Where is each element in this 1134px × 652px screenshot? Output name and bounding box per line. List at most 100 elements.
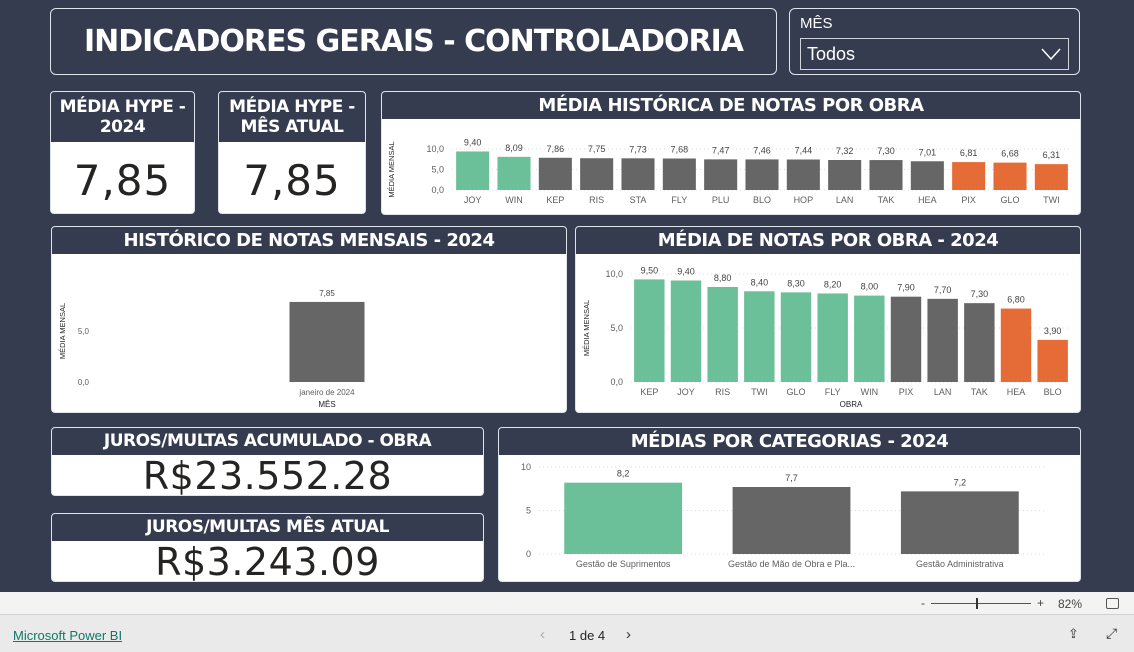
page-indicator: 1 de 4 (569, 628, 606, 643)
data-label: 6,81 (960, 148, 978, 158)
bar (854, 295, 885, 382)
data-label: 7,75 (588, 144, 606, 154)
x-tick-label: BLO (753, 195, 771, 205)
y-tick-label: 10,0 (426, 144, 444, 154)
x-tick-label: TAK (878, 195, 895, 205)
zoom-level: 82% (1058, 597, 1083, 611)
power-bi-link[interactable]: Microsoft Power BI (13, 628, 122, 643)
data-label: 8,20 (824, 279, 842, 289)
chart-media-historica: MÉDIA HISTÓRICA DE NOTAS POR OBRA 0,0 5,0… (381, 91, 1081, 215)
data-label: 7,44 (795, 145, 813, 155)
chart-svg: 0,0 5,0 MÉDIA MENSAL MÊS 7,85 janeiro de 2024 (58, 289, 365, 409)
data-label: 9,40 (677, 266, 695, 276)
y-axis-label: MÉDIA MENSAL (387, 141, 396, 197)
chart-svg: 0,0 5,0 10,0 MÉDIA MENSAL OBRA 9,50 KEP 9,40 JOY… (582, 265, 1071, 409)
chart-media-obra-2024: MÉDIA DE NOTAS POR OBRA - 2024 0,0 5,0 10,… (575, 226, 1081, 413)
y-tick-label: 10 (521, 462, 531, 472)
data-label: 8,00 (861, 282, 879, 292)
y-tick-label: 10,0 (605, 269, 623, 279)
data-label: 7,2 (954, 477, 967, 487)
x-tick-label: HEA (918, 195, 937, 205)
share-icon[interactable]: ⇪ (1068, 626, 1079, 642)
prev-page-icon[interactable]: ‹ (540, 626, 545, 643)
x-tick-label: BLO (1044, 387, 1062, 397)
x-tick-label: PIX (899, 387, 914, 397)
bar (900, 491, 1019, 554)
fit-to-page-icon[interactable] (1106, 598, 1119, 609)
x-tick-label: RIS (715, 387, 730, 397)
data-label: 7,68 (671, 145, 689, 155)
kpi-title: MÉDIA HYPE - 2024 (51, 92, 194, 142)
data-label: 8,30 (787, 278, 805, 288)
data-label: 6,80 (1007, 295, 1025, 305)
data-label: 8,40 (751, 277, 769, 287)
dropdown-value: Todos (807, 43, 856, 64)
zoom-out-button[interactable]: - (921, 596, 925, 610)
bar (732, 487, 851, 554)
kpi-value: 7,85 (73, 156, 172, 205)
card-title: JUROS/MULTAS MÊS ATUAL (52, 514, 483, 541)
chart-categorias: MÉDIAS POR CATEGORIAS - 2024 0 5 10 8,2 Gest… (498, 427, 1081, 582)
data-label: 6,68 (1001, 149, 1019, 159)
x-axis-label: OBRA (840, 400, 863, 409)
x-tick-label: JOY (464, 195, 482, 205)
x-tick-label: HOP (794, 195, 814, 205)
chart-svg: 0,0 5,0 10,0 MÉDIA MENSAL 9,40 JOY 8,09 WIN 7,86… (387, 137, 1072, 205)
y-tick-label: 5,0 (431, 165, 444, 175)
x-tick-label: LAN (934, 387, 952, 397)
title-text: INDICADORES GERAIS - CONTROLADORIA (83, 24, 744, 59)
bar (670, 280, 702, 382)
filter-label: MÊS (800, 15, 833, 32)
data-label: 7,01 (919, 147, 937, 157)
y-tick-label: 0,0 (78, 378, 90, 387)
juros-mes-card: JUROS/MULTAS MÊS ATUAL R$3.243.09 (51, 513, 484, 582)
zoom-in-button[interactable]: + (1037, 596, 1044, 610)
bar (497, 156, 531, 190)
fullscreen-icon[interactable]: ⤢ (1106, 625, 1117, 642)
bar (662, 158, 696, 190)
x-tick-label: Gestão de Suprimentos (576, 559, 671, 569)
x-tick-label: FLY (671, 195, 687, 205)
data-label: 9,40 (464, 137, 482, 147)
data-label: 7,32 (836, 146, 854, 156)
kpi-value: 7,85 (243, 156, 341, 205)
y-tick-label: 5,0 (78, 327, 90, 336)
month-dropdown[interactable]: Todos (800, 38, 1069, 70)
chart-svg: 0 5 10 8,2 Gestão de Suprimentos 7,7 Gestão de… (521, 462, 1044, 569)
bar (952, 162, 986, 190)
bar (707, 286, 738, 382)
x-tick-label: TWI (1043, 195, 1060, 205)
juros-acumulado-card: JUROS/MULTAS ACUMULADO - OBRA R$23.552.2… (51, 427, 484, 496)
data-label: 7,30 (971, 289, 989, 299)
y-axis-label: MÉDIA MENSAL (58, 303, 67, 359)
x-tick-label: HEA (1007, 387, 1026, 397)
data-label: 7,70 (934, 285, 952, 295)
x-tick-label: WIN (505, 195, 523, 205)
x-tick-label: KEP (640, 387, 658, 397)
bar (744, 291, 775, 382)
month-filter: MÊS Todos (789, 8, 1080, 75)
bar (1034, 164, 1068, 190)
data-label: 3,90 (1044, 326, 1062, 336)
data-label: 7,73 (629, 144, 647, 154)
y-tick-label: 5 (526, 506, 531, 516)
zoom-slider[interactable] (931, 598, 1031, 609)
bar (817, 293, 848, 382)
bar (704, 159, 738, 190)
chart-title: MÉDIA DE NOTAS POR OBRA - 2024 (576, 227, 1080, 254)
chart-title: MÉDIAS POR CATEGORIAS - 2024 (499, 428, 1080, 455)
chevron-down-icon (1041, 48, 1061, 61)
bar (289, 301, 365, 382)
zoom-toolbar: - + 82% (0, 592, 1134, 615)
x-tick-label: TWI (751, 387, 768, 397)
next-page-icon[interactable]: › (626, 626, 631, 643)
data-label: 7,85 (319, 289, 335, 298)
bar (780, 292, 812, 382)
y-tick-label: 0,0 (610, 377, 623, 387)
bar (786, 159, 820, 190)
footer: Microsoft Power BI ‹ 1 de 4 › ⇪ ⤢ (0, 615, 1134, 652)
data-label: 7,46 (753, 145, 771, 155)
x-tick-label: GLO (1000, 195, 1019, 205)
zoom-slider-thumb[interactable] (976, 598, 978, 609)
x-tick-label: TAK (971, 387, 988, 397)
